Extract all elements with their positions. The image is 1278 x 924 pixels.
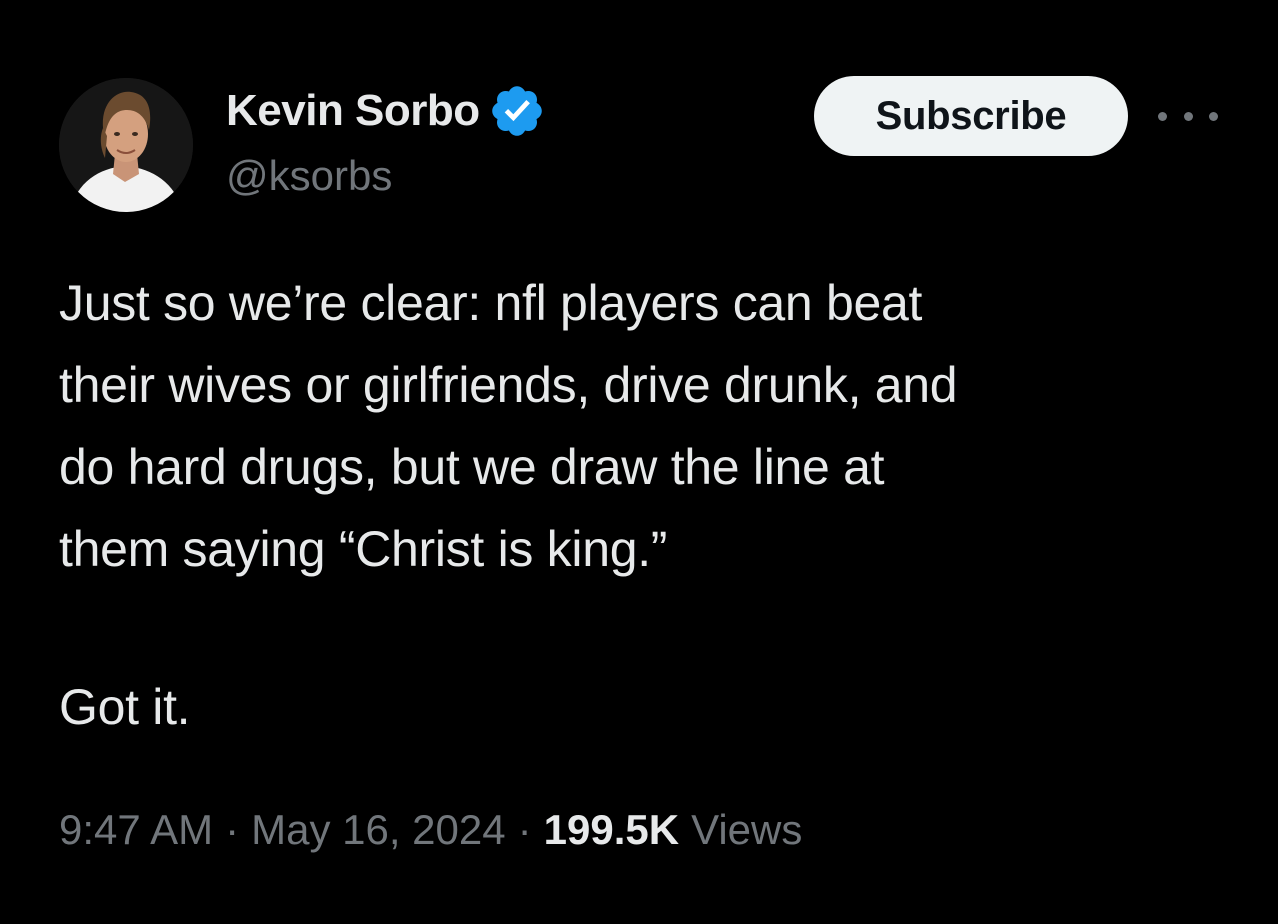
views-count[interactable]: 199.5K [544,806,679,854]
tweet-meta: 9:47 AM · May 16, 2024 · 199.5K Views [59,806,802,854]
verified-badge-icon [488,82,546,140]
meta-separator: · [225,806,240,853]
more-dot [1209,111,1218,121]
tweet-text: Just so we’re clear: nfl players can bea… [59,275,958,577]
author-handle[interactable]: @ksorbs [226,152,392,200]
avatar-image [59,78,193,212]
more-horizontal-icon[interactable] [1158,104,1218,128]
views-label[interactable]: Views [691,806,802,854]
author-name-row[interactable]: Kevin Sorbo [226,84,546,138]
more-dot [1158,111,1167,121]
tweet-closing-text: Got it. [59,679,191,735]
tweet: Kevin Sorbo @ksorbs Subscribe Just so we… [0,0,1278,924]
avatar[interactable] [59,78,193,212]
subscribe-button[interactable]: Subscribe [814,76,1128,156]
more-dot [1183,111,1193,121]
display-name[interactable]: Kevin Sorbo [226,86,480,136]
tweet-time[interactable]: 9:47 AM [59,806,213,854]
tweet-date[interactable]: May 16, 2024 [251,806,506,854]
meta-separator: · [517,806,532,853]
